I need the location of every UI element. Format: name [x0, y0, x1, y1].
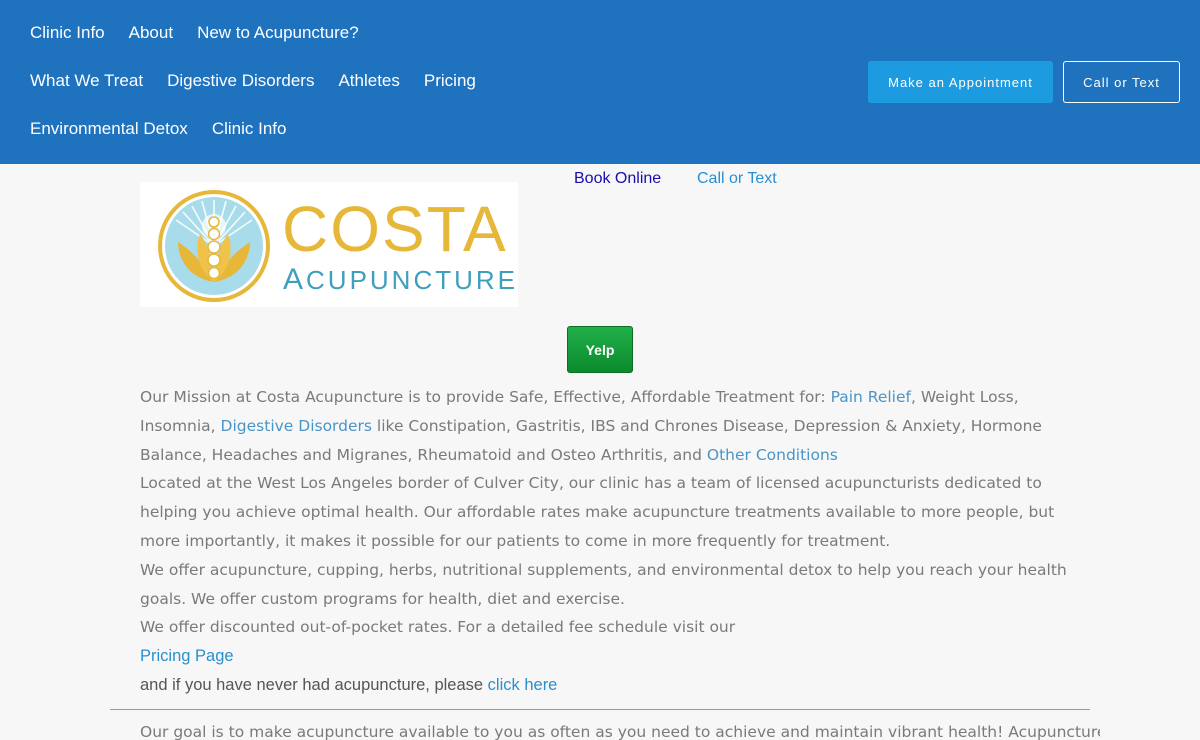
click-here-link[interactable]: click here: [488, 676, 558, 694]
section-divider: [110, 709, 1090, 710]
pricing-page-link[interactable]: Pricing Page: [140, 647, 234, 665]
nav-row-2: What We Treat Digestive Disorders Athlet…: [30, 71, 476, 91]
book-online-link[interactable]: Book Online: [574, 170, 661, 188]
digestive-disorders-link[interactable]: Digestive Disorders: [221, 417, 372, 435]
nav-row-1: Clinic Info About New to Acupuncture?: [30, 23, 359, 43]
logo-acupuncture-initial: A: [283, 263, 307, 296]
nav-digestive-disorders[interactable]: Digestive Disorders: [167, 71, 314, 91]
goal-paragraph: Our goal is to make acupuncture availabl…: [140, 723, 1100, 740]
nav-about[interactable]: About: [129, 23, 173, 43]
call-or-text-button[interactable]: Call or Text: [1063, 61, 1180, 103]
main-content: Our Mission at Costa Acupuncture is to p…: [140, 383, 1095, 700]
nav-new-to-acupuncture[interactable]: New to Acupuncture?: [197, 23, 359, 43]
mission-paragraph: Our Mission at Costa Acupuncture is to p…: [140, 383, 1095, 469]
logo-word-acupuncture: ACUPUNCTURE: [283, 265, 518, 295]
pricing-line: Pricing Page: [140, 642, 1095, 671]
nav-pricing[interactable]: Pricing: [424, 71, 476, 91]
other-conditions-link[interactable]: Other Conditions: [707, 446, 838, 464]
nav-row-3: Environmental Detox Clinic Info: [30, 119, 286, 139]
nav-clinic-info-2[interactable]: Clinic Info: [212, 119, 287, 139]
call-or-text-link[interactable]: Call or Text: [697, 170, 777, 188]
costa-acupuncture-logo[interactable]: COSTA ACUPUNCTURE: [140, 182, 518, 307]
nav-athletes[interactable]: Athletes: [338, 71, 399, 91]
new-patient-line: and if you have never had acupuncture, p…: [140, 671, 1095, 700]
nav-clinic-info[interactable]: Clinic Info: [30, 23, 105, 43]
make-appointment-button[interactable]: Make an Appointment: [868, 61, 1053, 103]
nav-what-we-treat[interactable]: What We Treat: [30, 71, 143, 91]
logo-word-costa: COSTA: [282, 193, 508, 265]
nav-environmental-detox[interactable]: Environmental Detox: [30, 119, 188, 139]
services-paragraph: We offer acupuncture, cupping, herbs, nu…: [140, 560, 1067, 608]
yelp-button[interactable]: Yelp: [567, 326, 633, 373]
never-had-text: and if you have never had acupuncture, p…: [140, 675, 488, 694]
location-paragraph: Located at the West Los Angeles border o…: [140, 474, 1055, 550]
mission-intro: Our Mission at Costa Acupuncture is to p…: [140, 388, 831, 406]
pain-relief-link[interactable]: Pain Relief: [831, 388, 911, 406]
logo-acupuncture-rest: CUPUNCTURE: [306, 265, 519, 295]
lotus-sun-emblem-icon: [158, 190, 270, 302]
header-bar: Clinic Info About New to Acupuncture? Wh…: [0, 0, 1200, 164]
discount-paragraph: We offer discounted out-of-pocket rates.…: [140, 618, 736, 637]
